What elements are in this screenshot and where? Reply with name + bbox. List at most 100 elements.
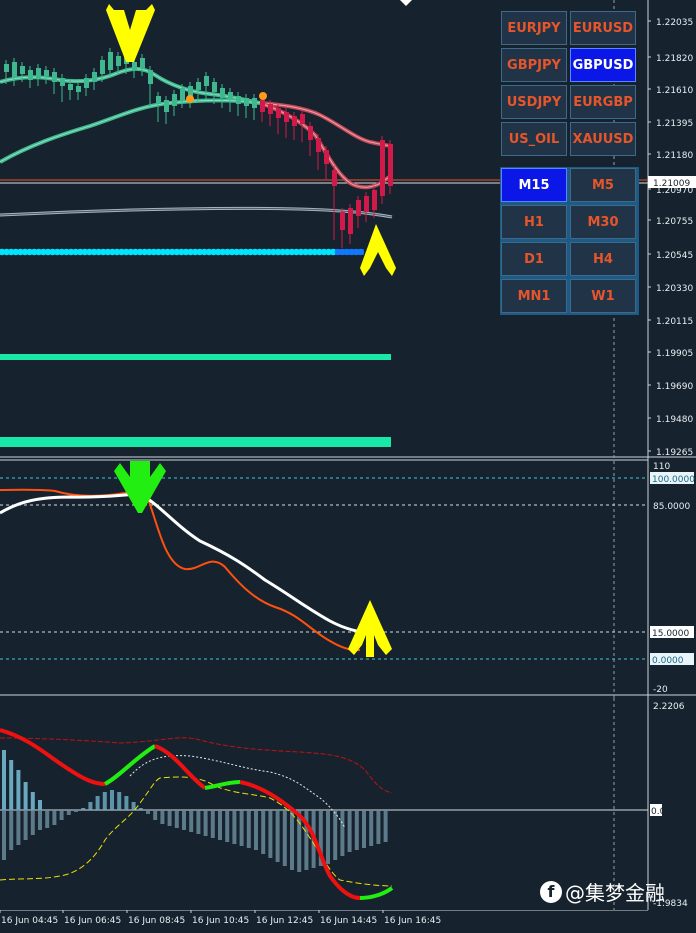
candle-body — [44, 70, 49, 76]
symbol-button-gbpusd[interactable]: GBPUSD — [570, 48, 636, 82]
candle-body — [100, 60, 105, 74]
timeframe-button-h4[interactable]: H4 — [570, 242, 636, 276]
candle-body — [4, 64, 9, 72]
candle-body — [244, 98, 249, 106]
histogram-bar — [138, 808, 143, 810]
signal-dot — [186, 95, 194, 103]
histogram-bar — [167, 810, 172, 826]
candle-body — [268, 104, 273, 114]
price-axis-label: 1.19690 — [656, 382, 693, 392]
watermark: f @集梦金融 — [540, 877, 665, 906]
time-axis-label: 16 Jun 16:45 — [384, 916, 441, 926]
histogram-bar — [210, 810, 215, 838]
symbol-button-eurjpy[interactable]: EURJPY — [501, 11, 567, 45]
time-axis: 16 Jun 04:45 16 Jun 06:45 16 Jun 08:45 16 J… — [0, 910, 696, 933]
candle-body — [108, 52, 113, 70]
symbol-button-gbpjpy[interactable]: GBPJPY — [501, 48, 567, 82]
stoch-axis-label: 110 — [653, 462, 670, 472]
symbol-button-eurusd[interactable]: EURUSD — [570, 11, 636, 45]
candle-body — [52, 72, 57, 82]
candle-body — [12, 62, 17, 78]
candle-body — [308, 126, 313, 140]
price-axis-label: 1.21610 — [656, 86, 693, 96]
candle-body — [348, 208, 353, 234]
price-axis-label: 1.19480 — [656, 415, 693, 425]
price-axis-label: 1.20755 — [656, 217, 693, 227]
current-price-label: 1.21009 — [653, 179, 690, 189]
timeframe-button-m5[interactable]: M5 — [570, 168, 636, 202]
histogram-bar — [81, 808, 86, 810]
candle-body — [172, 94, 177, 106]
candle-body — [132, 62, 137, 70]
support-line-1 — [0, 354, 391, 360]
stochastic-panel[interactable] — [0, 455, 696, 698]
candle-body — [300, 114, 305, 124]
histogram-bar — [362, 810, 366, 848]
histogram-bar — [333, 810, 338, 860]
histogram-bar — [52, 810, 57, 825]
stoch-axis-label: 85.0000 — [653, 502, 690, 512]
timeframe-button-h1[interactable]: H1 — [501, 205, 567, 239]
candle-body — [92, 72, 97, 82]
macd-axis-label: 2.2206 — [653, 702, 685, 712]
candle-body — [356, 200, 361, 216]
histogram-bar — [2, 810, 6, 860]
time-axis-label: 16 Jun 14:45 — [320, 916, 377, 926]
histogram-bar — [16, 770, 21, 810]
candle-body — [220, 88, 225, 98]
timeframe-button-m15[interactable]: M15 — [501, 168, 567, 202]
price-axis-label: 1.19265 — [656, 448, 693, 455]
candle-body — [372, 190, 377, 210]
stoch-level-100-label: 100.0000 — [652, 475, 695, 485]
time-axis-label: 16 Jun 04:45 — [1, 916, 58, 926]
symbol-button-eurgbp[interactable]: EURGBP — [570, 85, 636, 119]
stoch-axis-label: -20 — [653, 685, 668, 695]
histogram-bar — [268, 810, 273, 858]
candle-body — [228, 92, 233, 100]
histogram-bar — [38, 800, 42, 810]
timeframe-button-w1[interactable]: W1 — [570, 279, 636, 313]
candle-body — [36, 68, 41, 78]
histogram-bar — [9, 760, 14, 810]
candle-body — [388, 144, 393, 186]
histogram-bar — [196, 810, 201, 834]
symbol-button-xauusd[interactable]: XAUUSD — [570, 122, 636, 156]
timeframe-button-d1[interactable]: D1 — [501, 242, 567, 276]
candle-body — [276, 108, 281, 118]
candle-body — [116, 56, 121, 66]
histogram-bar — [124, 796, 129, 810]
candle-body — [292, 116, 297, 126]
candle-body — [60, 78, 65, 86]
histogram-bar — [275, 810, 280, 862]
price-axis-label: 1.20330 — [656, 284, 693, 294]
timeframe-button-m30[interactable]: M30 — [570, 205, 636, 239]
candle-body — [28, 70, 33, 80]
price-axis-label: 1.21395 — [656, 119, 693, 129]
histogram-bar — [102, 792, 107, 810]
candle-body — [324, 150, 329, 164]
candle-body — [156, 96, 161, 104]
time-axis-label: 16 Jun 12:45 — [256, 916, 313, 926]
symbol-button-us-oil[interactable]: US_OIL — [501, 122, 567, 156]
price-axis-label: 1.19905 — [656, 349, 693, 359]
histogram-bar — [74, 810, 78, 812]
candle-body — [140, 58, 145, 68]
candle-body — [340, 212, 345, 230]
histogram-bar — [246, 810, 251, 848]
price-axis-label: 1.20545 — [656, 251, 693, 261]
histogram-bar — [9, 810, 14, 850]
scroll-marker-icon — [400, 0, 412, 6]
histogram-bar — [218, 810, 222, 840]
candle-body — [196, 82, 201, 90]
time-axis-label: 16 Jun 10:45 — [192, 916, 249, 926]
timeframe-button-mn1[interactable]: MN1 — [501, 279, 567, 313]
candle-body — [364, 196, 369, 212]
price-axis-label: 1.21180 — [656, 151, 693, 161]
signal-dot — [259, 92, 267, 100]
histogram-bar — [254, 810, 258, 850]
histogram-bar — [174, 810, 179, 828]
symbol-button-usdjpy[interactable]: USDJPY — [501, 85, 567, 119]
histogram-bar — [23, 782, 28, 810]
candle-body — [20, 66, 25, 74]
price-axis-label: 1.22035 — [656, 18, 693, 28]
